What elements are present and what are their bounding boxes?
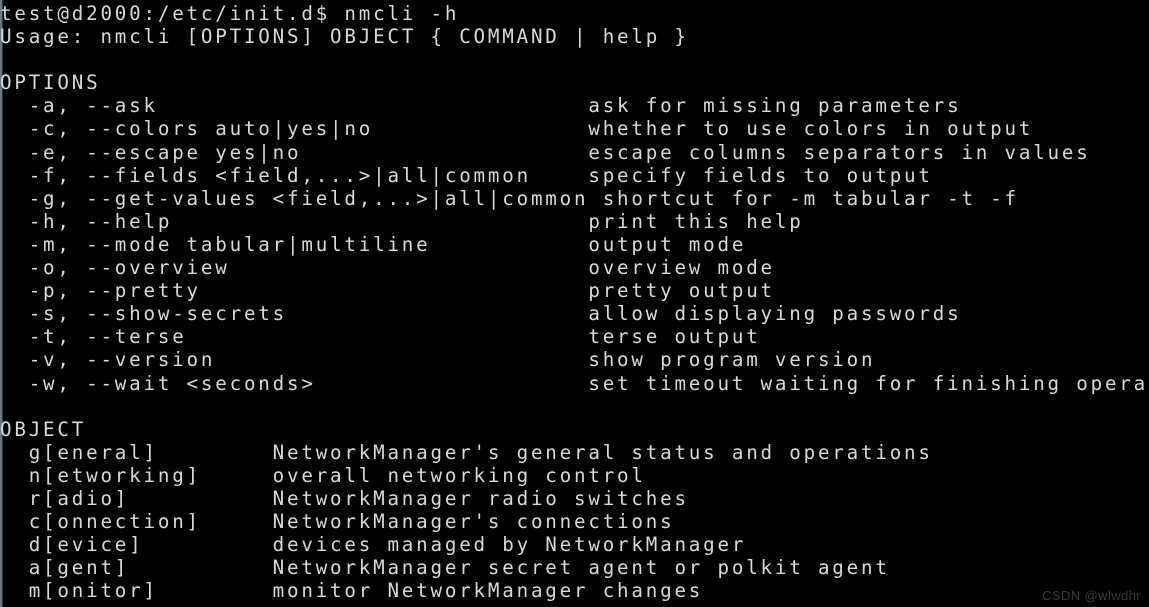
object-row-key: m[onitor]	[0, 579, 273, 603]
object-row-description: devices managed by NetworkManager	[272, 533, 747, 557]
option-row-key: -t, --terse	[0, 325, 589, 349]
object-row: m[onitor] monitor NetworkManager changes	[0, 579, 1149, 602]
option-row: -g, --get-values <field,...>|all|common …	[0, 187, 1149, 210]
object-row-key: n[etworking]	[0, 463, 273, 487]
option-row-description: overview mode	[588, 256, 775, 280]
option-row-description: specify fields to output	[588, 163, 933, 187]
option-row: -f, --fields <field,...>|all|common spec…	[0, 164, 1149, 187]
object-row: n[etworking] overall networking control	[0, 464, 1149, 487]
object-row-key: g[eneral]	[0, 440, 273, 464]
option-row-key: -f, --fields <field,...>|all|common	[0, 163, 589, 187]
option-row-description: allow displaying passwords	[588, 302, 962, 326]
option-row: -p, --pretty pretty output	[0, 279, 1149, 302]
option-row-key: -p, --pretty	[0, 279, 589, 303]
option-row-key: -m, --mode tabular|multiline	[0, 232, 589, 256]
option-row-key: -h, --help	[0, 209, 589, 233]
option-row: -m, --mode tabular|multiline output mode	[0, 233, 1149, 256]
option-row: -t, --terse terse output	[0, 325, 1149, 348]
option-row-key: -s, --show-secrets	[0, 302, 589, 326]
options-section-heading: OPTIONS	[0, 71, 101, 95]
option-row: -a, --ask ask for missing parameters	[0, 94, 1149, 117]
object-row-description: NetworkManager's connections	[272, 510, 675, 534]
option-row-description: pretty output	[588, 279, 775, 303]
object-row-description: NetworkManager secret agent or polkit ag…	[272, 556, 890, 580]
option-row: -v, --version show program version	[0, 348, 1149, 371]
object-row-description: NetworkManager radio switches	[272, 486, 689, 510]
object-row-description: NetworkManager's general status and oper…	[272, 440, 933, 464]
option-row-description: escape columns separators in values	[588, 140, 1091, 164]
option-row-key: -o, --overview	[0, 256, 589, 280]
object-row-key: c[onnection]	[0, 510, 273, 534]
option-row: -e, --escape yes|no escape columns separ…	[0, 141, 1149, 164]
object-list: g[eneral] NetworkManager's general statu…	[0, 441, 1149, 603]
object-row-description: monitor NetworkManager changes	[272, 579, 704, 603]
terminal-window: test@d2000:/etc/init.d$ nmcli -h Usage: …	[0, 0, 1149, 607]
option-row-description: output mode	[588, 232, 747, 256]
option-row-description: show program version	[588, 348, 876, 372]
option-row: -w, --wait <seconds> set timeout waiting…	[0, 372, 1149, 395]
object-row-key: d[evice]	[0, 533, 273, 557]
object-row-key: a[gent]	[0, 556, 273, 580]
usage-line: Usage: nmcli [OPTIONS] OBJECT { COMMAND …	[0, 25, 689, 49]
option-row-key: -a, --ask	[0, 94, 589, 118]
option-row-description: terse output	[588, 325, 761, 349]
options-list: -a, --ask ask for missing parameters -c,…	[0, 94, 1149, 394]
object-row: c[onnection] NetworkManager's connection…	[0, 510, 1149, 533]
option-row-description: set timeout waiting for finishing operat…	[588, 371, 1149, 395]
option-row-description: print this help	[588, 209, 804, 233]
option-row-description: whether to use colors in output	[588, 117, 1034, 141]
option-row: -s, --show-secrets allow displaying pass…	[0, 302, 1149, 325]
option-row-description: shortcut for -m tabular -t -f	[602, 186, 1019, 210]
object-row: g[eneral] NetworkManager's general statu…	[0, 441, 1149, 464]
object-row: d[evice] devices managed by NetworkManag…	[0, 533, 1149, 556]
option-row: -c, --colors auto|yes|no whether to use …	[0, 117, 1149, 140]
object-row-description: overall networking control	[272, 463, 646, 487]
option-row: -o, --overview overview mode	[0, 256, 1149, 279]
object-section-heading: OBJECT	[0, 417, 87, 441]
option-row-key: -e, --escape yes|no	[0, 140, 589, 164]
option-row-description: ask for missing parameters	[588, 94, 962, 118]
option-row: -h, --help print this help	[0, 210, 1149, 233]
object-row: a[gent] NetworkManager secret agent or p…	[0, 556, 1149, 579]
option-row-key: -c, --colors auto|yes|no	[0, 117, 589, 141]
object-row: r[adio] NetworkManager radio switches	[0, 487, 1149, 510]
option-row-key: -v, --version	[0, 348, 589, 372]
option-row-key: -w, --wait <seconds>	[0, 371, 589, 395]
option-row-key: -g, --get-values <field,...>|all|common	[0, 186, 603, 210]
object-row-key: r[adio]	[0, 486, 273, 510]
terminal-output-screen[interactable]: test@d2000:/etc/init.d$ nmcli -h Usage: …	[0, 0, 1149, 607]
shell-prompt-line: test@d2000:/etc/init.d$ nmcli -h	[0, 2, 460, 25]
